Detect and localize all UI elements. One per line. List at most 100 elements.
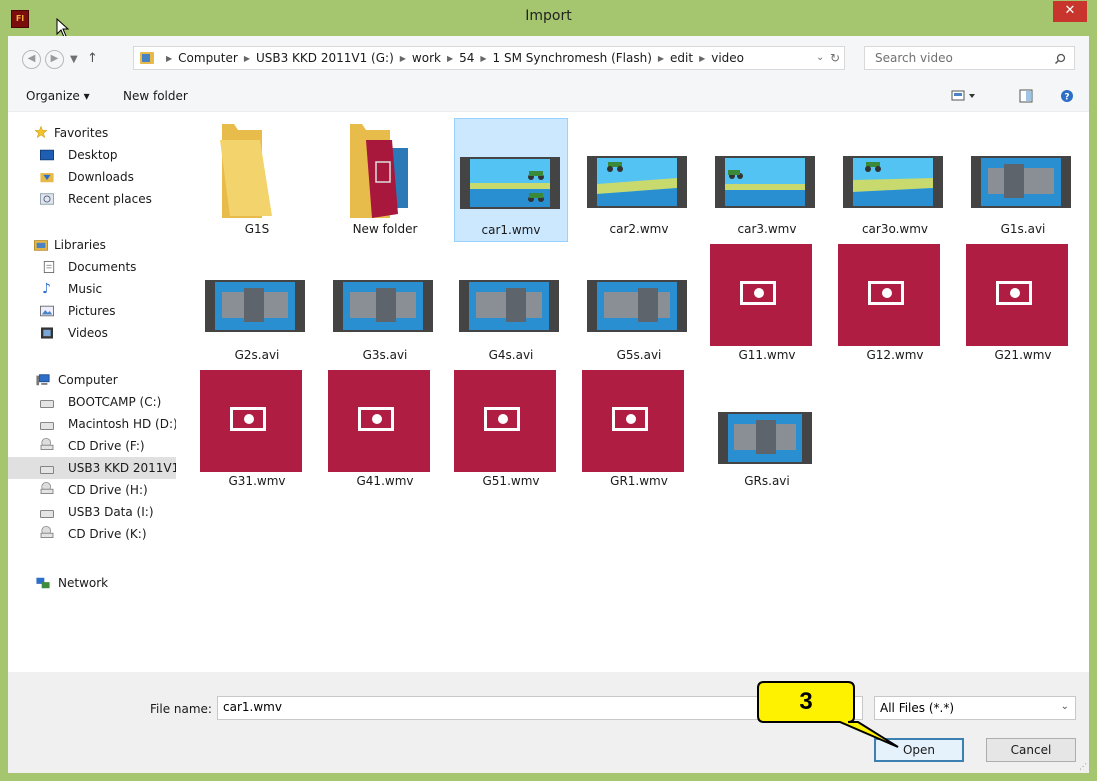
crumb-project[interactable]: 1 SM Synchromesh (Flash) [493, 51, 652, 65]
file-item[interactable]: G51.wmv [454, 370, 568, 494]
file-item[interactable]: GR1.wmv [582, 370, 696, 494]
file-name: New folder [352, 222, 418, 236]
file-item[interactable]: G1s.avi [966, 118, 1080, 242]
title-bar[interactable]: Fl Import ✕ [0, 0, 1097, 38]
file-item[interactable]: G3s.avi [328, 244, 442, 368]
nav-label: Recent places [68, 192, 152, 206]
back-button[interactable]: ◀ [22, 50, 41, 69]
address-dropdown-icon[interactable]: ⌄ [816, 52, 824, 63]
nav-drive-h[interactable]: CD Drive (H:) [8, 479, 176, 501]
video-thumbnail-icon [459, 280, 559, 332]
nav-drive-i[interactable]: USB3 Data (I:) [8, 501, 176, 523]
nav-label: CD Drive (H:) [68, 483, 148, 497]
nav-label: Network [58, 576, 109, 590]
file-item[interactable]: G2s.avi [200, 244, 314, 368]
media-tile [966, 244, 1068, 346]
file-item[interactable]: G1S [200, 118, 314, 242]
nav-videos[interactable]: Videos [8, 322, 176, 344]
search-icon[interactable] [1054, 53, 1066, 65]
file-item[interactable]: G12.wmv [838, 244, 952, 368]
file-item[interactable]: GRs.avi [710, 370, 824, 494]
recent-locations-icon[interactable]: ▼ [70, 54, 78, 65]
nav-downloads[interactable]: Downloads [8, 166, 176, 188]
help-icon[interactable]: ? [1060, 89, 1074, 103]
file-name: GR1.wmv [610, 474, 668, 488]
crumb-drive[interactable]: USB3 KKD 2011V1 (G:) [256, 51, 394, 65]
file-item[interactable]: G31.wmv [200, 370, 314, 494]
nav-music[interactable]: ♪ Music [8, 278, 176, 300]
search-input[interactable] [873, 50, 1047, 66]
up-arrow-icon[interactable]: ↑ [87, 51, 98, 66]
nav-drive-k[interactable]: CD Drive (K:) [8, 523, 176, 545]
refresh-icon[interactable]: ↻ [830, 51, 840, 65]
breadcrumb: ▶ Computer ▶ USB3 KKD 2011V1 (G:) ▶ work… [140, 51, 744, 65]
preview-pane-icon[interactable] [1019, 89, 1033, 103]
crumb-54[interactable]: 54 [459, 51, 474, 65]
file-item[interactable]: G5s.avi [582, 244, 696, 368]
file-item[interactable]: G21.wmv [966, 244, 1080, 368]
address-bar[interactable]: ▶ Computer ▶ USB3 KKD 2011V1 (G:) ▶ work… [133, 46, 845, 70]
nav-drive-c[interactable]: BOOTCAMP (C:) [8, 391, 176, 413]
file-name: car2.wmv [609, 222, 669, 236]
file-item[interactable]: New folder [328, 118, 442, 242]
media-tile [328, 370, 430, 472]
window-title: Import [525, 8, 572, 24]
file-item[interactable]: car3.wmv [710, 118, 824, 242]
search-box[interactable] [864, 46, 1075, 70]
new-folder-button[interactable]: New folder [123, 89, 188, 103]
file-name: G11.wmv [738, 348, 796, 362]
file-name: G3s.avi [362, 348, 408, 362]
crumb-computer[interactable]: Computer [178, 51, 238, 65]
cancel-button[interactable]: Cancel [986, 738, 1076, 762]
nav-network[interactable]: Network [8, 572, 176, 594]
nav-drive-d[interactable]: Macintosh HD (D:) [8, 413, 176, 435]
file-item[interactable]: car3o.wmv [838, 118, 952, 242]
crumb-edit[interactable]: edit [670, 51, 693, 65]
nav-drive-g[interactable]: USB3 KKD 2011V1 (G [8, 457, 176, 479]
nav-computer[interactable]: Computer [8, 369, 176, 391]
play-icon [358, 407, 394, 431]
nav-libraries[interactable]: Libraries [8, 234, 176, 256]
video-thumbnail-icon [333, 280, 433, 332]
change-view-icon[interactable] [951, 90, 977, 102]
chevron-right-icon[interactable]: ▶ [699, 54, 705, 63]
nav-pictures[interactable]: Pictures [8, 300, 176, 322]
video-thumbnail-icon [205, 280, 305, 332]
nav-favorites[interactable]: Favorites [8, 122, 176, 144]
file-item[interactable]: G4s.avi [454, 244, 568, 368]
file-type-select[interactable]: All Files (*.*) ⌄ [874, 696, 1076, 720]
chevron-right-icon[interactable]: ▶ [166, 54, 172, 63]
chevron-right-icon[interactable]: ▶ [447, 54, 453, 63]
chevron-right-icon[interactable]: ▶ [244, 54, 250, 63]
chevron-right-icon[interactable]: ▶ [658, 54, 664, 63]
forward-button[interactable]: ▶ [45, 50, 64, 69]
nav-drive-f[interactable]: CD Drive (F:) [8, 435, 176, 457]
crumb-work[interactable]: work [412, 51, 441, 65]
crumb-video[interactable]: video [711, 51, 744, 65]
hard-drive-icon [40, 422, 54, 430]
wmv-thumbnail [710, 244, 824, 346]
chevron-right-icon[interactable]: ▶ [400, 54, 406, 63]
close-button[interactable]: ✕ [1053, 1, 1087, 22]
file-name: car3.wmv [737, 222, 797, 236]
videos-icon [41, 327, 53, 339]
file-item[interactable]: car1.wmv [454, 118, 568, 242]
nav-documents[interactable]: Documents [8, 256, 176, 278]
nav-label: Music [68, 282, 103, 296]
media-tile [710, 244, 812, 346]
chevron-right-icon[interactable]: ▶ [480, 54, 486, 63]
folder-icon [350, 124, 408, 218]
organize-menu[interactable]: Organize ▾ [26, 89, 90, 103]
hard-drive-icon [40, 400, 54, 408]
file-item[interactable]: G11.wmv [710, 244, 824, 368]
nav-desktop[interactable]: Desktop [8, 144, 176, 166]
nav-recent-places[interactable]: Recent places [8, 188, 176, 210]
hard-drive-icon [40, 510, 54, 518]
pictures-icon [40, 305, 54, 317]
nav-label: BOOTCAMP (C:) [68, 395, 162, 409]
resize-grip-icon[interactable]: ⋰ [1079, 762, 1087, 771]
desktop-icon [40, 149, 54, 161]
file-item[interactable]: G41.wmv [328, 370, 442, 494]
file-item[interactable]: car2.wmv [582, 118, 696, 242]
file-name: G5s.avi [616, 348, 662, 362]
